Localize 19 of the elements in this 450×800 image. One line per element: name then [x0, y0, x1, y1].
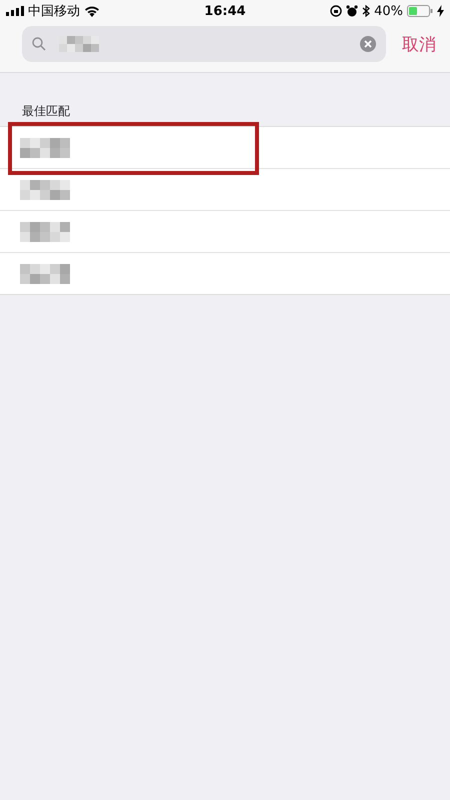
alarm-icon: [346, 5, 358, 17]
wifi-icon: [84, 5, 100, 17]
battery-icon: [407, 5, 433, 17]
rotation-lock-icon: [330, 5, 342, 17]
pixelated-name: [20, 138, 70, 158]
clear-icon[interactable]: [360, 36, 376, 52]
pixelated-name: [20, 222, 70, 242]
pixelated-name: [20, 264, 70, 284]
bluetooth-icon: [362, 5, 370, 17]
cancel-button[interactable]: 取消: [398, 28, 440, 60]
clock-time: 16:44: [204, 4, 246, 18]
signal-icon: [6, 6, 24, 16]
pixelated-name: [20, 180, 70, 200]
battery-percent: 40%: [374, 4, 403, 18]
carrier-name: 中国移动: [28, 3, 80, 20]
charging-icon: [437, 5, 444, 17]
search-field[interactable]: [22, 26, 386, 62]
section-header: 最佳匹配: [21, 103, 71, 120]
search-icon: [32, 37, 46, 51]
